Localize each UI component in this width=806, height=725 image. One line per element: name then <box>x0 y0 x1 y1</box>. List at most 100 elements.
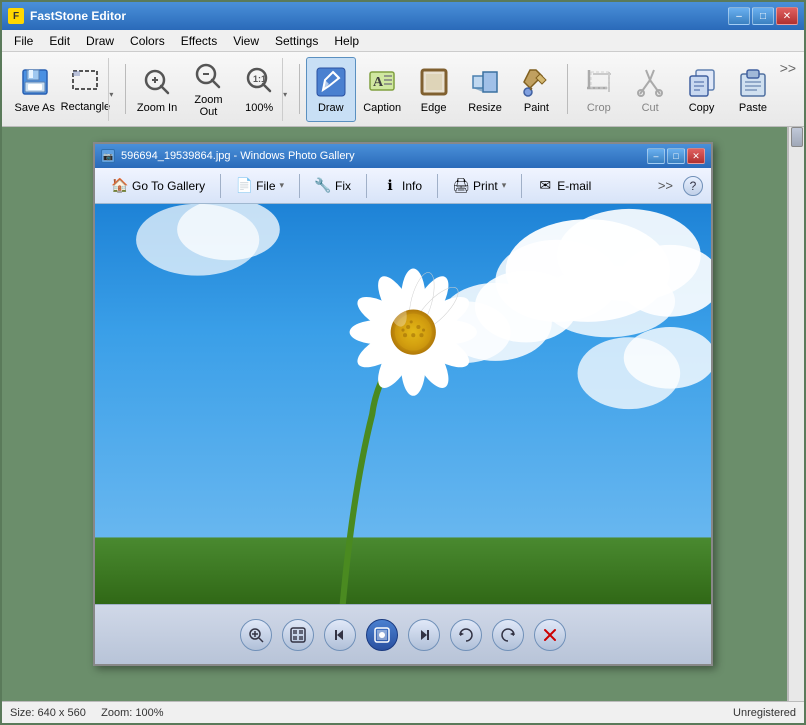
menu-file[interactable]: File <box>6 32 41 50</box>
menu-bar: File Edit Draw Colors Effects View Setti… <box>2 30 804 52</box>
delete-button[interactable] <box>534 619 566 651</box>
resize-label: Resize <box>468 102 502 114</box>
file-button[interactable]: 📄 File ▾ <box>227 174 293 198</box>
photo-image-area <box>95 204 711 604</box>
gallery-label: Go To Gallery <box>132 179 205 193</box>
caption-icon: A <box>364 64 400 100</box>
photo-window-icon: 📷 <box>101 149 115 163</box>
photo-maximize-button[interactable]: □ <box>667 148 685 164</box>
cut-label: Cut <box>642 102 659 114</box>
app-icon: F <box>8 8 24 24</box>
view-button[interactable] <box>366 619 398 651</box>
title-bar: F FastStone Editor – □ ✕ <box>2 2 804 30</box>
save-as-icon <box>17 64 53 100</box>
photo-sep-1 <box>220 174 221 198</box>
zoom-in-button[interactable]: Zoom In <box>132 57 181 122</box>
photo-close-button[interactable]: ✕ <box>687 148 705 164</box>
info-label: Info <box>402 179 422 193</box>
file-label: File <box>256 179 275 193</box>
menu-colors[interactable]: Colors <box>122 32 173 50</box>
draw-button[interactable]: Draw <box>306 57 355 122</box>
photo-toolbar-more: >> ? <box>652 176 703 196</box>
next-button[interactable] <box>408 619 440 651</box>
resize-button[interactable]: Resize <box>460 57 509 122</box>
paste-icon <box>735 64 771 100</box>
status-size: Size: 640 x 560 Zoom: 100% <box>10 707 733 719</box>
menu-view[interactable]: View <box>225 32 267 50</box>
scrollbar-thumb[interactable] <box>791 127 803 147</box>
separator-1 <box>125 64 126 114</box>
fix-button[interactable]: 🔧 Fix <box>306 174 360 198</box>
crop-icon <box>581 64 617 100</box>
rectangle-label: Rectangle <box>61 101 111 113</box>
caption-button[interactable]: A Caption <box>358 57 407 122</box>
status-registration: Unregistered <box>733 707 796 719</box>
crop-label: Crop <box>587 102 611 114</box>
zoom-in-icon <box>139 64 175 100</box>
file-icon: 📄 <box>236 178 252 194</box>
photo-title-controls: – □ ✕ <box>647 148 705 164</box>
toolbar: Save As Rectangle ▾ <box>2 52 804 127</box>
crop-button[interactable]: Crop <box>574 57 623 122</box>
print-button[interactable]: 🖨 Print ▾ <box>444 174 515 198</box>
info-button[interactable]: ℹ Info <box>373 174 431 198</box>
save-as-label: Save As <box>15 102 55 114</box>
svg-text:A: A <box>373 75 384 90</box>
email-button[interactable]: ✉ E-mail <box>528 174 600 198</box>
menu-effects[interactable]: Effects <box>173 32 225 50</box>
status-bar: Size: 640 x 560 Zoom: 100% Unregistered <box>2 701 804 723</box>
paint-icon <box>518 64 554 100</box>
save-as-button[interactable]: Save As <box>10 57 59 122</box>
photo-image <box>95 204 711 604</box>
photo-help-button[interactable]: ? <box>683 176 703 196</box>
photo-more-button[interactable]: >> <box>652 176 679 195</box>
photo-minimize-button[interactable]: – <box>647 148 665 164</box>
cut-button[interactable]: Cut <box>625 57 674 122</box>
rotate-right-button[interactable] <box>492 619 524 651</box>
draw-icon <box>313 64 349 100</box>
zoom-out-icon <box>190 60 226 92</box>
zoom-100-dropdown-arrow[interactable]: ▾ <box>282 58 292 121</box>
paint-button[interactable]: Paint <box>512 57 561 122</box>
zoom-100-button[interactable]: 1:1 100% ▾ <box>235 57 293 122</box>
paste-label: Paste <box>739 102 767 114</box>
rectangle-button[interactable]: Rectangle ▾ <box>61 57 119 122</box>
edge-button[interactable]: Edge <box>409 57 458 122</box>
rotate-left-button[interactable] <box>450 619 482 651</box>
menu-settings[interactable]: Settings <box>267 32 326 50</box>
toolbar-more-button[interactable]: >> <box>780 56 796 76</box>
zoom-in-label: Zoom In <box>137 102 177 114</box>
zoom-100-icon: 1:1 <box>244 65 274 102</box>
menu-help[interactable]: Help <box>326 32 367 50</box>
photo-sep-5 <box>521 174 522 198</box>
zoom-out-label: Zoom Out <box>187 94 230 118</box>
slideshow-button[interactable] <box>282 619 314 651</box>
menu-draw[interactable]: Draw <box>78 32 122 50</box>
cut-icon <box>632 64 668 100</box>
rectangle-dropdown-arrow[interactable]: ▾ <box>108 58 118 121</box>
photo-window-title: 596694_19539864.jpg - Windows Photo Gall… <box>121 150 647 162</box>
paint-label: Paint <box>524 102 549 114</box>
minimize-button[interactable]: – <box>728 7 750 25</box>
photo-sep-3 <box>366 174 367 198</box>
title-controls: – □ ✕ <box>728 7 798 25</box>
copy-label: Copy <box>689 102 715 114</box>
copy-icon <box>684 64 720 100</box>
copy-button[interactable]: Copy <box>677 57 726 122</box>
paste-button[interactable]: Paste <box>728 57 777 122</box>
separator-2 <box>299 64 300 114</box>
zoom-control-button[interactable] <box>240 619 272 651</box>
print-icon: 🖨 <box>453 178 469 194</box>
vertical-scrollbar[interactable] <box>788 127 804 701</box>
maximize-button[interactable]: □ <box>752 7 774 25</box>
file-dropdown-arrow: ▾ <box>280 180 285 191</box>
rectangle-icon <box>70 66 100 101</box>
gallery-icon: 🏠 <box>112 178 128 194</box>
zoom-out-button[interactable]: Zoom Out <box>184 57 233 122</box>
draw-label: Draw <box>318 102 344 114</box>
gallery-button[interactable]: 🏠 Go To Gallery <box>103 174 214 198</box>
menu-edit[interactable]: Edit <box>41 32 78 50</box>
prev-button[interactable] <box>324 619 356 651</box>
photo-window: 📷 596694_19539864.jpg - Windows Photo Ga… <box>93 142 713 666</box>
close-button[interactable]: ✕ <box>776 7 798 25</box>
